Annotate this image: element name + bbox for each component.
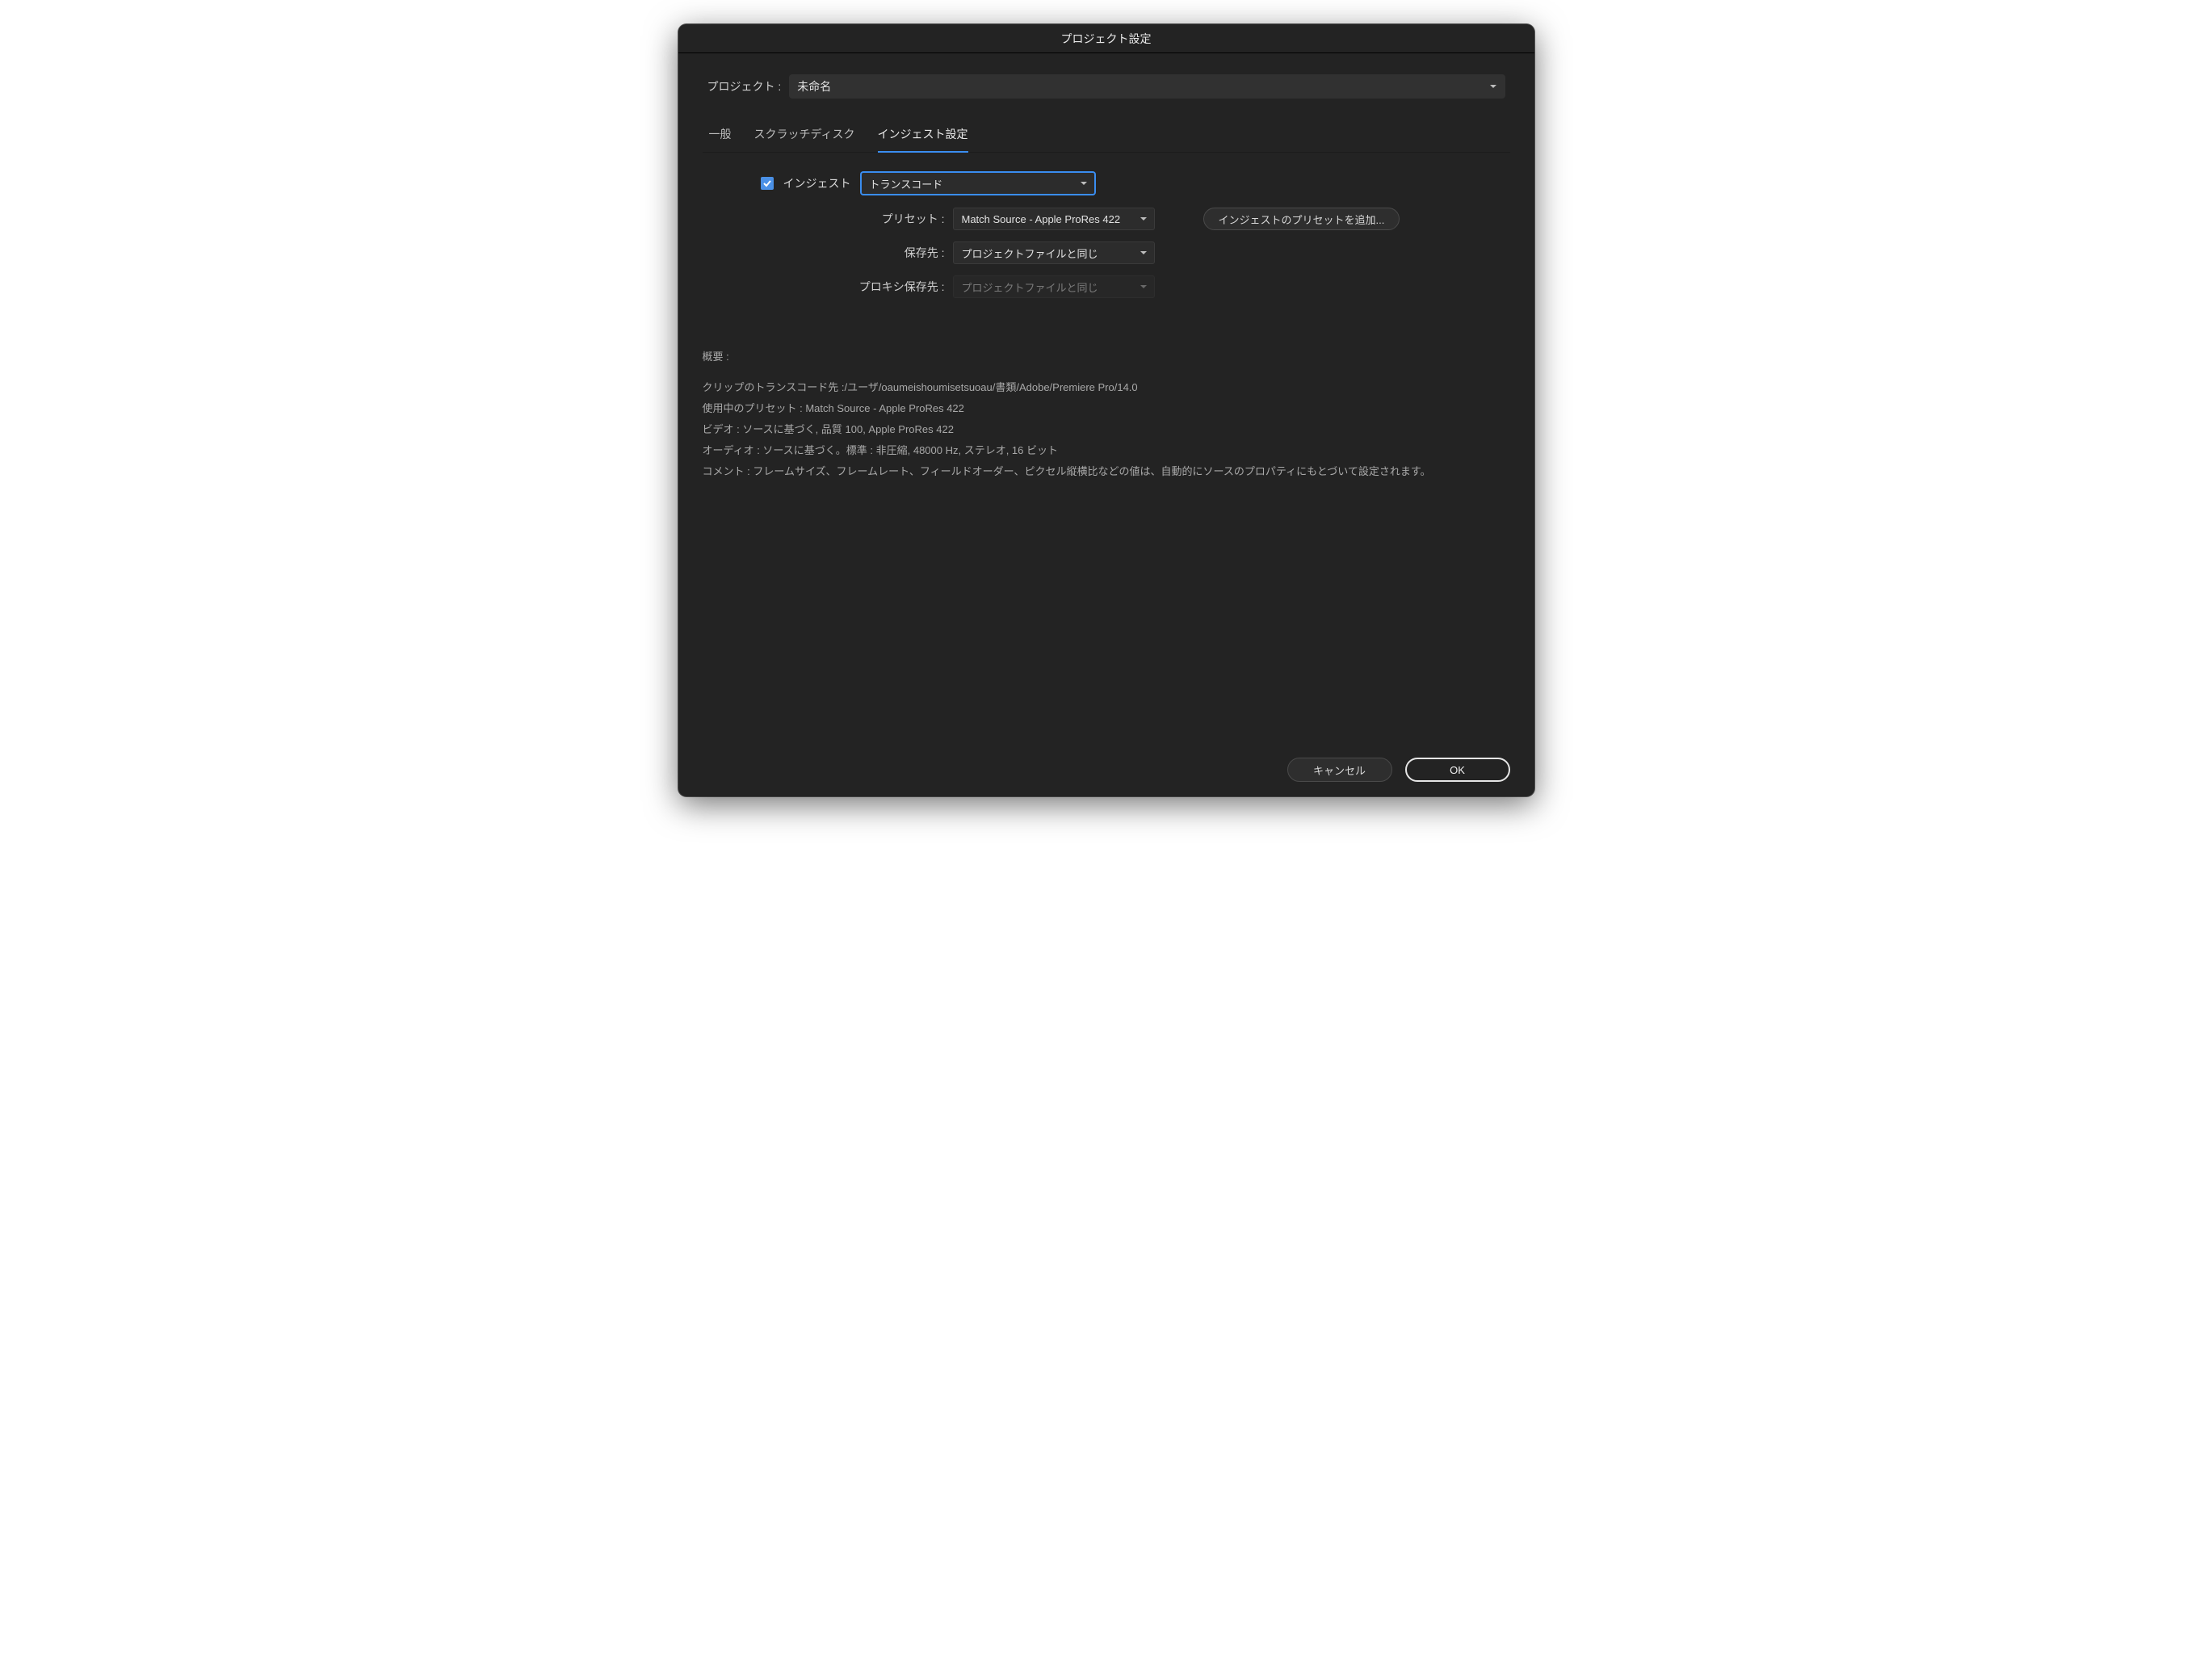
chevron-down-icon <box>1080 179 1088 187</box>
summary-line: ビデオ : ソースに基づく, 品質 100, Apple ProRes 422 <box>703 419 1510 440</box>
preset-label: プリセット : <box>703 211 945 227</box>
tab-general[interactable]: 一般 <box>709 126 732 152</box>
chevron-down-icon <box>1140 283 1148 291</box>
proxy-destination-value: プロジェクトファイルと同じ <box>962 279 1098 295</box>
ok-button[interactable]: OK <box>1405 758 1510 782</box>
destination-row: 保存先 : プロジェクトファイルと同じ <box>703 241 1510 264</box>
chevron-down-icon <box>1140 249 1148 257</box>
proxy-destination-select: プロジェクトファイルと同じ <box>953 275 1155 298</box>
titlebar: プロジェクト設定 <box>678 24 1534 53</box>
cancel-button[interactable]: キャンセル <box>1287 758 1392 782</box>
summary-block: 概要 : クリップのトランスコード先 :/ユーザ/oaumeishoumiset… <box>703 346 1510 482</box>
summary-header: 概要 : <box>703 346 1510 367</box>
project-label: プロジェクト : <box>707 78 782 94</box>
destination-select[interactable]: プロジェクトファイルと同じ <box>953 241 1155 264</box>
proxy-destination-row: プロキシ保存先 : プロジェクトファイルと同じ <box>703 275 1510 298</box>
chevron-down-icon <box>1140 215 1148 223</box>
ingest-mode-value: トランスコード <box>870 176 943 191</box>
tab-scratch-disks[interactable]: スクラッチディスク <box>754 126 855 152</box>
project-select-value: 未命名 <box>797 78 831 94</box>
dialog-footer: キャンセル OK <box>703 741 1510 782</box>
window-body: プロジェクト : 未命名 一般 スクラッチディスク インジェスト設定 インジェス… <box>678 53 1534 796</box>
summary-line: コメント : フレームサイズ、フレームレート、フィールドオーダー、ピクセル縦横比… <box>703 461 1510 482</box>
tab-ingest-settings[interactable]: インジェスト設定 <box>878 126 968 152</box>
ingest-checkbox[interactable] <box>761 177 774 190</box>
ingest-checkbox-row: インジェスト トランスコード <box>703 172 1510 195</box>
preset-value: Match Source - Apple ProRes 422 <box>962 213 1121 225</box>
preset-select[interactable]: Match Source - Apple ProRes 422 <box>953 208 1155 230</box>
ingest-mode-select[interactable]: トランスコード <box>861 172 1095 195</box>
window-title: プロジェクト設定 <box>1061 31 1152 47</box>
summary-line: オーディオ : ソースに基づく。標準 : 非圧縮, 48000 Hz, ステレオ… <box>703 440 1510 461</box>
destination-value: プロジェクトファイルと同じ <box>962 246 1098 261</box>
project-row: プロジェクト : 未命名 <box>703 74 1510 99</box>
summary-line: 使用中のプリセット : Match Source - Apple ProRes … <box>703 398 1510 419</box>
proxy-destination-label: プロキシ保存先 : <box>703 279 945 295</box>
add-ingest-preset-button[interactable]: インジェストのプリセットを追加... <box>1203 208 1400 230</box>
chevron-down-icon <box>1489 82 1497 90</box>
tabs: 一般 スクラッチディスク インジェスト設定 <box>703 107 1510 153</box>
ingest-checkbox-label: インジェスト <box>783 175 851 191</box>
project-select[interactable]: 未命名 <box>789 74 1505 99</box>
ingest-form: インジェスト トランスコード プリセット : Match Source - Ap… <box>703 153 1510 317</box>
summary-line: クリップのトランスコード先 :/ユーザ/oaumeishoumisetsuoau… <box>703 377 1510 398</box>
destination-label: 保存先 : <box>703 245 945 261</box>
preset-row: プリセット : Match Source - Apple ProRes 422 … <box>703 208 1510 230</box>
project-settings-window: プロジェクト設定 プロジェクト : 未命名 一般 スクラッチディスク インジェス… <box>678 24 1534 796</box>
